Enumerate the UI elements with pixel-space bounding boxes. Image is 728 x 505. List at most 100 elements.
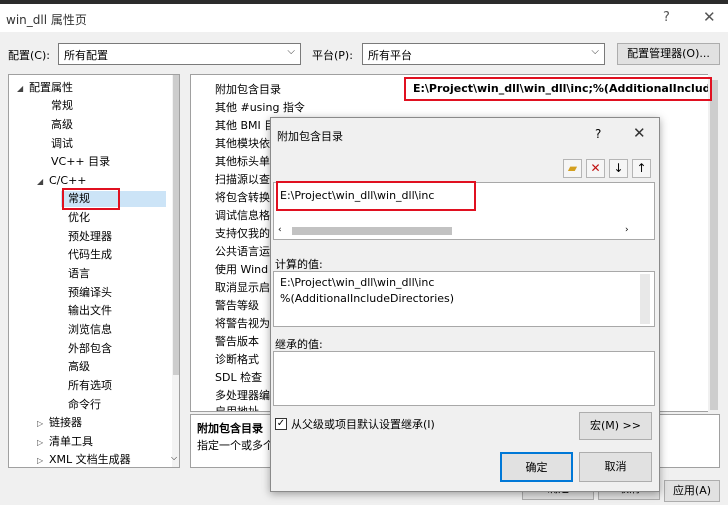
collapsed-icon: ▷	[37, 419, 44, 428]
tree-item-vcdirs[interactable]: VC++ 目录	[51, 154, 110, 170]
macro-button[interactable]: 宏(M) >>	[579, 412, 652, 440]
tree-item-general[interactable]: 常规	[51, 98, 73, 114]
grid-row[interactable]: 公共语言运	[215, 243, 270, 261]
apply-label: 应用(A)	[672, 484, 712, 497]
grid-row[interactable]: 警告等级	[215, 297, 259, 315]
description-text: 指定一个或多个	[197, 439, 274, 452]
dialog-cancel-button[interactable]: 取消	[579, 452, 652, 482]
grid-row[interactable]: 诊断格式	[215, 351, 259, 369]
config-combo[interactable]: 所有配置 ⌵	[58, 43, 301, 65]
computed-line: %(AdditionalIncludeDirectories)	[280, 292, 455, 305]
chevron-right-icon[interactable]: ›	[625, 225, 629, 235]
tree-item-codegen[interactable]: 代码生成	[68, 247, 112, 263]
grid-row[interactable]: 扫描源以查	[215, 171, 270, 189]
tree-item-cpp-advanced[interactable]: 高级	[68, 359, 90, 375]
folder-icon: ▰	[567, 161, 578, 175]
arrow-down-icon: ↓	[613, 161, 624, 175]
computed-scrollbar[interactable]	[640, 274, 650, 324]
chevron-down-icon[interactable]: ⌵	[171, 453, 177, 463]
tree-item-cmdline[interactable]: 命令行	[68, 397, 101, 413]
tree-scroll-thumb[interactable]	[173, 75, 179, 375]
tree-label: XML 文档生成器	[49, 453, 131, 466]
tree-label: 清单工具	[49, 435, 93, 448]
tree-item-advanced[interactable]: 高级	[51, 117, 73, 133]
tree-item-output[interactable]: 输出文件	[68, 303, 112, 319]
grid-row[interactable]: 将包含转换	[215, 189, 270, 207]
expanded-icon: ◢	[37, 177, 44, 186]
move-down-button[interactable]: ↓	[609, 159, 628, 178]
tree-item-external[interactable]: 外部包含	[68, 341, 112, 357]
tree-label: 配置属性	[29, 81, 73, 94]
tree-item-linker[interactable]: ▷ 链接器	[37, 415, 82, 431]
new-line-button[interactable]: ▰	[563, 159, 582, 178]
arrow-up-icon: ↑	[636, 161, 647, 175]
grid-row[interactable]: SDL 检查	[215, 369, 262, 387]
move-up-button[interactable]: ↑	[632, 159, 651, 178]
computed-line: E:\Project\win_dll\win_dll\inc	[280, 276, 435, 289]
include-dirs-dialog: 附加包含目录 ? ✕ ▰ ✕ ↓ ↑ E:\Project\win_dll\wi…	[270, 117, 660, 492]
grid-row[interactable]: 警告版本	[215, 333, 259, 351]
dialog-ok-button[interactable]: 确定	[500, 452, 573, 482]
grid-row[interactable]: 附加包含目录	[215, 81, 281, 99]
tree-item-pch[interactable]: 预编译头	[68, 285, 112, 301]
tree-item-browse[interactable]: 浏览信息	[68, 322, 112, 338]
config-manager-button[interactable]: 配置管理器(O)...	[617, 43, 720, 65]
inherit-checkbox-label: 从父级或项目默认设置继承(I)	[291, 418, 435, 431]
title-bar: win_dll 属性页 ? ✕	[0, 0, 728, 32]
delete-line-button[interactable]: ✕	[586, 159, 605, 178]
macro-label: 宏(M) >>	[589, 419, 641, 432]
grid-row[interactable]: 将警告视为	[215, 315, 270, 333]
window-title: win_dll 属性页	[6, 13, 87, 27]
grid-row[interactable]: 其他 BMI 目	[215, 117, 275, 135]
computed-label: 计算的值:	[275, 258, 323, 271]
chevron-left-icon[interactable]: ‹	[278, 225, 282, 235]
grid-scroll-thumb[interactable]	[710, 80, 718, 410]
dialog-close-button[interactable]: ✕	[633, 124, 646, 142]
tree-item-debug[interactable]: 调试	[51, 136, 73, 152]
platform-combo[interactable]: 所有平台 ⌵	[362, 43, 605, 65]
dialog-cancel-label: 取消	[604, 460, 627, 473]
grid-row[interactable]: 取消显示启	[215, 279, 270, 297]
tree-item-cpp[interactable]: ◢ C/C++	[37, 173, 87, 189]
grid-row[interactable]: 其他 #using 指令	[215, 99, 305, 117]
config-label: 配置(C):	[8, 49, 50, 62]
grid-row[interactable]: 调试信息格	[215, 207, 270, 225]
platform-value: 所有平台	[368, 49, 412, 62]
platform-label: 平台(P):	[312, 49, 353, 62]
dialog-help-button[interactable]: ?	[595, 127, 601, 141]
tree-item-manifest[interactable]: ▷ 清单工具	[37, 434, 93, 450]
grid-row[interactable]: 使用 Wind	[215, 261, 268, 279]
config-value: 所有配置	[64, 49, 108, 62]
highlight-box	[276, 181, 476, 211]
apply-button[interactable]: 应用(A)	[664, 480, 720, 502]
tree-item-all-options[interactable]: 所有选项	[68, 378, 112, 394]
chevron-down-icon: ⌵	[287, 46, 295, 57]
dialog-ok-label: 确定	[525, 461, 548, 474]
tree-item-language[interactable]: 语言	[68, 266, 90, 282]
tree-root[interactable]: ◢ 配置属性	[17, 80, 73, 96]
chevron-down-icon: ⌵	[591, 46, 599, 57]
highlight-box	[404, 77, 712, 101]
hscroll-thumb[interactable]	[292, 227, 452, 235]
config-manager-label: 配置管理器(O)...	[627, 47, 710, 60]
collapsed-icon: ▷	[37, 438, 44, 447]
inherited-label: 继承的值:	[275, 338, 323, 351]
grid-row[interactable]: 其他模块依	[215, 135, 270, 153]
tree-item-preprocessor[interactable]: 预处理器	[68, 229, 112, 245]
help-button[interactable]: ?	[663, 10, 670, 25]
inherit-checkbox[interactable]: ✓	[275, 418, 287, 430]
grid-row[interactable]: 启用地址	[215, 403, 259, 411]
tree-item-optimization[interactable]: 优化	[68, 210, 90, 226]
inherited-values	[273, 351, 655, 406]
dialog-title: 附加包含目录	[277, 130, 343, 143]
highlight-box	[62, 188, 120, 210]
collapsed-icon: ▷	[37, 456, 44, 465]
close-button[interactable]: ✕	[703, 8, 716, 26]
grid-row[interactable]: 支持仅我的	[215, 225, 270, 243]
description-title: 附加包含目录	[197, 422, 263, 435]
tree-label: 链接器	[49, 416, 82, 429]
expanded-icon: ◢	[17, 84, 24, 93]
inherit-checkbox-row[interactable]: ✓ 从父级或项目默认设置继承(I)	[275, 416, 435, 432]
grid-row[interactable]: 其他标头单	[215, 153, 270, 171]
tree-item-xmldoc[interactable]: ▷ XML 文档生成器	[37, 452, 131, 467]
